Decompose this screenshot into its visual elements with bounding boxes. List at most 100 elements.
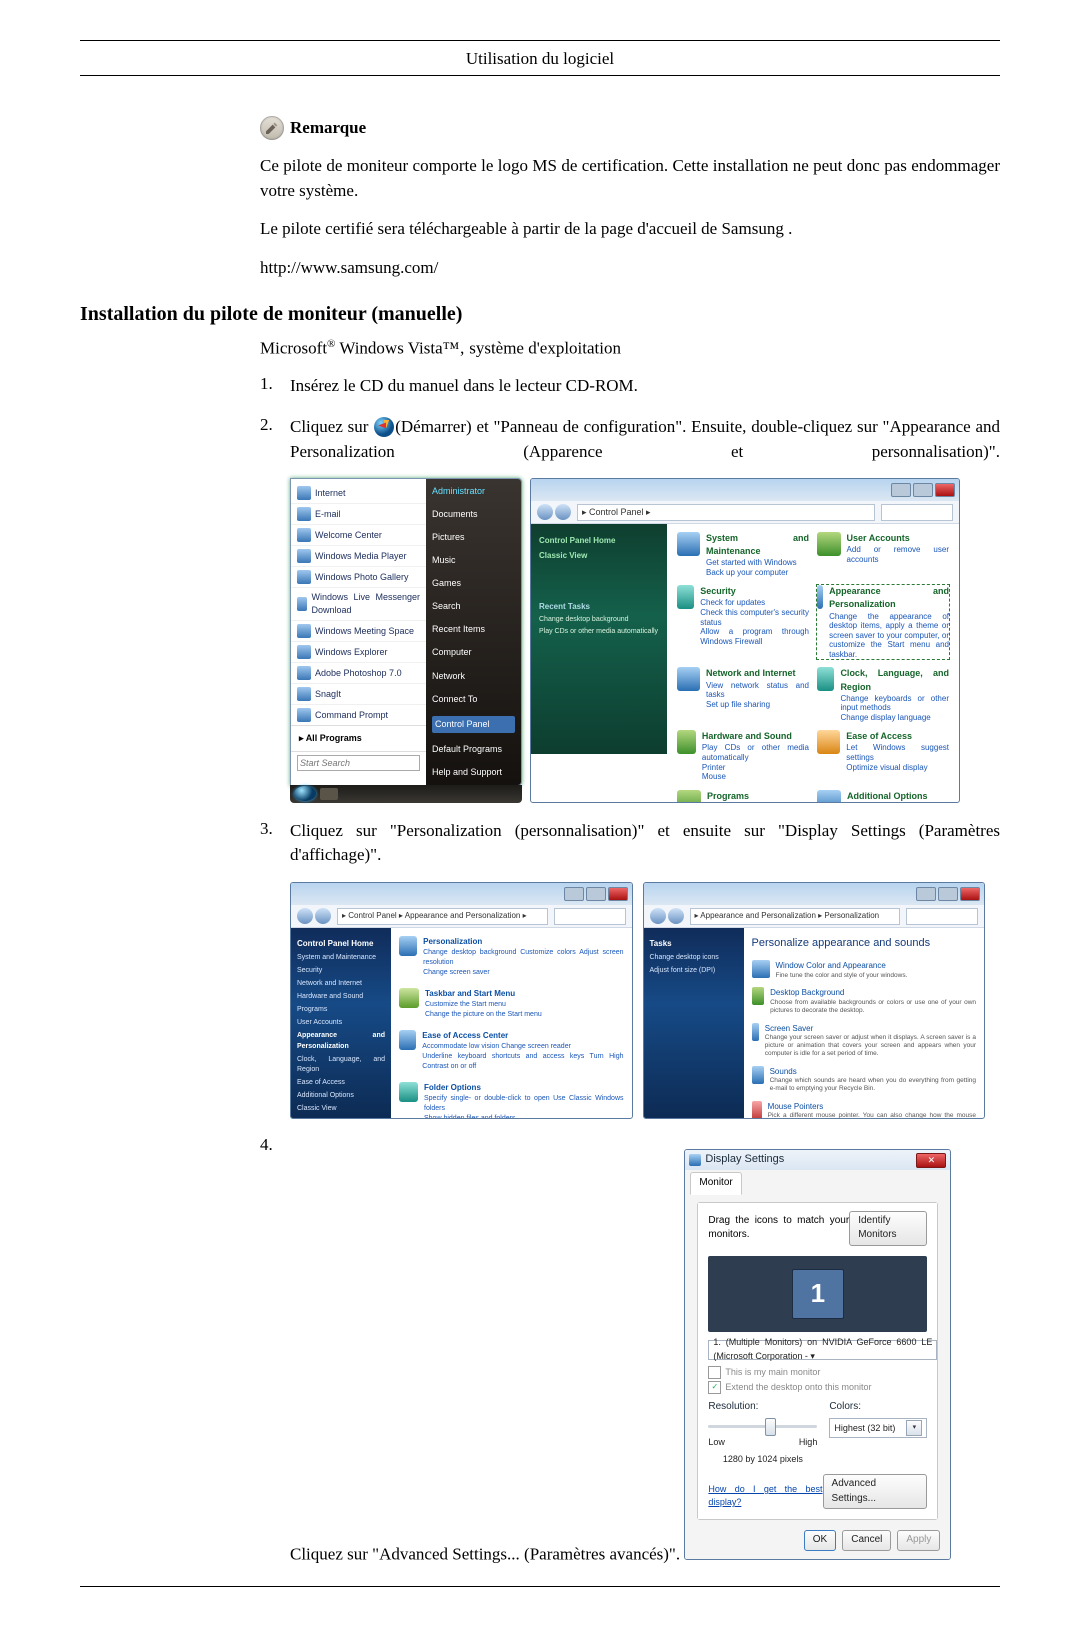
close-button[interactable]: ✕ (916, 1153, 946, 1168)
extend-desktop-checkbox[interactable]: ✓Extend the desktop onto this monitor (708, 1381, 927, 1394)
photoshop-icon (297, 666, 311, 680)
ease-of-access-icon (817, 730, 840, 754)
window-color-item[interactable]: Window Color and AppearanceFine tune the… (752, 960, 977, 979)
appearance-icon (817, 585, 823, 609)
cat-appearance[interactable]: Appearance and PersonalizationChange the… (817, 585, 949, 659)
list-item-3: 3. Cliquez sur "Personalization (personn… (260, 819, 1000, 1119)
cat-clock-lang[interactable]: Clock, Language, and RegionChange keyboa… (817, 667, 949, 722)
start-search-input[interactable] (297, 755, 420, 771)
cat-user-accounts[interactable]: User AccountsAdd or remove user accounts (817, 532, 949, 577)
cat-security[interactable]: SecurityCheck for updatesCheck this comp… (677, 585, 809, 659)
maximize-button[interactable] (913, 483, 933, 497)
sounds-icon (752, 1066, 764, 1084)
cat-hardware[interactable]: Hardware and SoundPlay CDs or other medi… (677, 730, 809, 781)
all-programs[interactable]: ▸ All Programs (291, 725, 426, 751)
screenshot-display-settings-dialog: Display Settings ✕ Monitor Drag the icon… (684, 1149, 951, 1560)
maximize-button[interactable] (586, 887, 606, 901)
monitor-1[interactable]: 1 (792, 1269, 844, 1319)
cat-ease[interactable]: Ease of AccessLet Windows suggest settin… (817, 730, 949, 781)
monitor-layout-area[interactable]: 1 (708, 1256, 927, 1332)
breadcrumb[interactable]: ▸ Control Panel ▸ Appearance and Persona… (337, 908, 548, 925)
taskbar-item[interactable] (320, 788, 338, 800)
apply-button[interactable]: Apply (897, 1530, 940, 1551)
drag-icons-label: Drag the icons to match your monitors. (708, 1214, 849, 1243)
monitor-select[interactable]: 1. (Multiple Monitors) on NVIDIA GeForce… (708, 1340, 937, 1360)
list-item-4: 4. Cliquez sur "Advanced Settings... (Pa… (260, 1135, 1000, 1567)
personalization-icon (399, 936, 417, 956)
close-button[interactable] (935, 483, 955, 497)
minimize-button[interactable] (564, 887, 584, 901)
nav-fwd-icon[interactable] (555, 504, 571, 520)
nav-back-icon[interactable] (537, 504, 553, 520)
display-settings-title-icon (689, 1154, 701, 1166)
main-monitor-checkbox[interactable]: This is my main monitor (708, 1366, 927, 1379)
cat-additional[interactable]: Additional Options (817, 790, 949, 803)
resolution-slider[interactable] (708, 1418, 817, 1434)
cat-programs[interactable]: ProgramsUninstall a programChange startu… (677, 790, 809, 803)
internet-icon (297, 486, 311, 500)
identify-monitors-button[interactable]: Identify Monitors (849, 1211, 927, 1246)
wmp-icon (297, 549, 311, 563)
nav-fwd-icon[interactable] (315, 908, 331, 924)
screenshot-start-menu-and-control-panel: Internet E-mail Welcome Center Windows M… (290, 478, 960, 803)
search-input[interactable] (906, 908, 978, 925)
desktop-bg-icon (752, 987, 765, 1005)
tab-monitor[interactable]: Monitor (690, 1172, 741, 1195)
best-display-link[interactable]: How do I get the best display? (708, 1483, 822, 1509)
ease-of-access-center-item[interactable]: Ease of Access CenterAccommodate low vis… (399, 1030, 624, 1072)
ok-button[interactable]: OK (804, 1530, 836, 1551)
minimize-button[interactable] (891, 483, 911, 497)
minimize-button[interactable] (916, 887, 936, 901)
ease-of-access-icon (399, 1030, 416, 1050)
photo-gallery-icon (297, 570, 311, 584)
mouse-pointers-icon (752, 1101, 762, 1119)
breadcrumb[interactable]: ▸ Control Panel ▸ (577, 504, 875, 521)
close-button[interactable] (960, 887, 980, 901)
messenger-icon (297, 597, 307, 611)
taskbar-icon (399, 988, 419, 1008)
nav-back-icon[interactable] (650, 908, 666, 924)
cancel-button[interactable]: Cancel (842, 1530, 891, 1551)
slider-thumb[interactable] (765, 1418, 776, 1436)
cat-network[interactable]: Network and InternetView network status … (677, 667, 809, 722)
start-search[interactable] (291, 751, 426, 774)
colors-label: Colors: (829, 1400, 927, 1415)
search-input[interactable] (554, 908, 626, 925)
taskbar-start-orb-icon[interactable] (294, 786, 316, 801)
colors-combobox[interactable]: Highest (32 bit) ▾ (829, 1418, 927, 1438)
advanced-settings-button[interactable]: Advanced Settings... (823, 1474, 928, 1509)
screen-saver-icon (752, 1023, 759, 1041)
appearance-sidebar: Control Panel Home System and Maintenanc… (291, 928, 391, 1118)
control-panel-categories: System and MaintenanceGet started with W… (667, 524, 959, 754)
cat-system[interactable]: System and MaintenanceGet started with W… (677, 532, 809, 577)
page: Utilisation du logiciel Remarque Ce pilo… (0, 0, 1080, 1627)
user-accounts-icon (817, 532, 841, 556)
screen-saver-item[interactable]: Screen SaverChange your screen saver or … (752, 1023, 977, 1058)
meeting-space-icon (297, 624, 311, 638)
os-line: Microsoft® Windows Vista™‚ système d'exp… (260, 338, 1000, 359)
sounds-item[interactable]: SoundsChange which sounds are heard when… (752, 1066, 977, 1093)
maximize-button[interactable] (938, 887, 958, 901)
start-menu-right-column: Administrator Documents Pictures Music G… (426, 479, 521, 785)
control-panel-sidebar: Control Panel Home Classic View Recent T… (531, 524, 667, 754)
taskbar-startmenu-item[interactable]: Taskbar and Start MenuCustomize the Star… (399, 988, 624, 1020)
breadcrumb[interactable]: ▸ Appearance and Personalization ▸ Perso… (690, 908, 901, 925)
dialog-titlebar: Display Settings ✕ (685, 1150, 950, 1170)
nav-back-icon[interactable] (297, 908, 313, 924)
close-button[interactable] (608, 887, 628, 901)
nav-fwd-icon[interactable] (668, 908, 684, 924)
folder-options-item[interactable]: Folder OptionsSpecify single- or double-… (399, 1082, 624, 1119)
desktop-background-item[interactable]: Desktop BackgroundChoose from available … (752, 987, 977, 1014)
para-url: http://www.samsung.com/ (260, 256, 1000, 281)
windows-start-orb-icon (374, 417, 394, 437)
appearance-window: ▸ Control Panel ▸ Appearance and Persona… (290, 882, 633, 1119)
folder-options-icon (399, 1082, 418, 1102)
header-rule-bottom (80, 75, 1000, 76)
taskbar (290, 785, 522, 803)
mouse-pointers-item[interactable]: Mouse PointersPick a different mouse poi… (752, 1101, 977, 1119)
system-icon (677, 532, 700, 556)
footer-rule (80, 1586, 1000, 1587)
security-icon (677, 585, 694, 609)
personalization-item[interactable]: PersonalizationChange desktop background… (399, 936, 624, 978)
search-input[interactable] (881, 504, 953, 521)
